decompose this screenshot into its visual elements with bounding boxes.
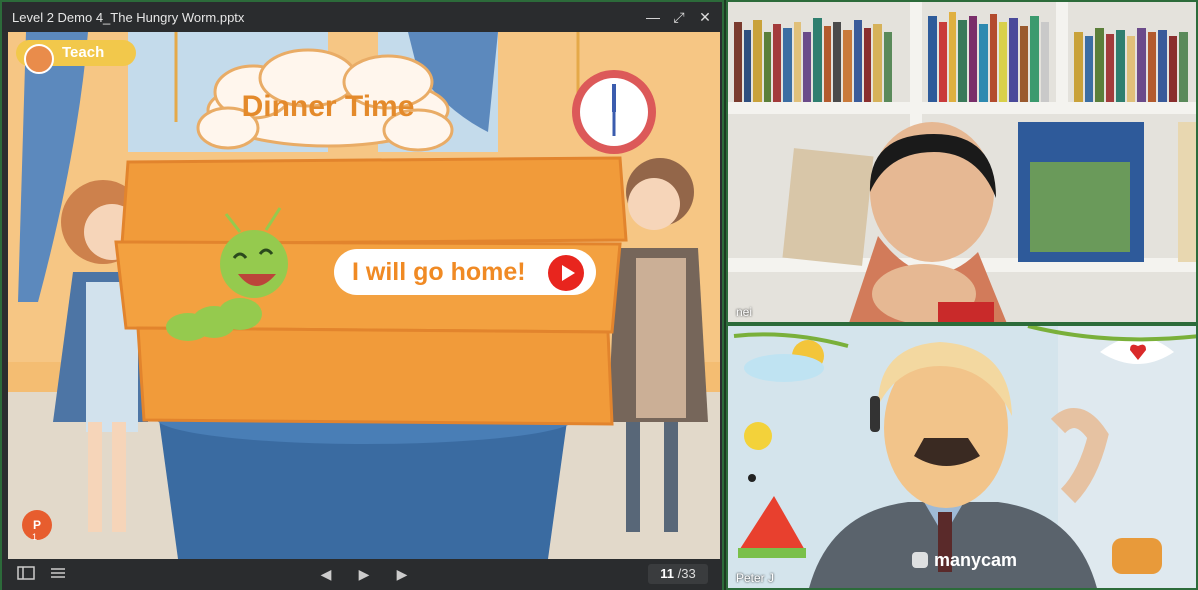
presentation-controls: ◀ ▶ ▶ 11 /33 <box>2 559 722 590</box>
restore-button[interactable]: ⤢ <box>668 6 690 28</box>
slide-title: Dinner Time <box>241 90 415 123</box>
title-bar: Level 2 Demo 4_The Hungry Worm.pptx — ⤢ … <box>2 2 722 32</box>
next-slide-button[interactable]: ▶ <box>392 565 412 583</box>
video-tile-teacher[interactable]: manycam Peter J <box>726 324 1198 590</box>
audio-play-button[interactable] <box>548 255 584 291</box>
window-title: Level 2 Demo 4_The Hungry Worm.pptx <box>12 10 245 25</box>
teacher-avatar-icon <box>24 44 54 74</box>
manycam-watermark: manycam <box>934 550 1018 570</box>
presentation-window: Level 2 Demo 4_The Hungry Worm.pptx — ⤢ … <box>0 0 724 590</box>
participant-name: nei <box>736 305 753 319</box>
teach-label: Teach <box>62 44 105 61</box>
page-indicator: 11 /33 <box>648 564 708 584</box>
slide-canvas: Teach Dinner Time I will go home! P 1 <box>8 32 720 559</box>
video-tile-student[interactable]: nei <box>726 0 1198 324</box>
current-page: 11 <box>660 566 675 581</box>
thumbnail-view-icon[interactable] <box>16 565 36 583</box>
teach-badge: Teach <box>16 40 136 74</box>
slide-title-cloud: Dinner Time <box>198 64 458 150</box>
total-pages: /33 <box>677 566 696 581</box>
previous-slide-button[interactable]: ◀ <box>316 565 336 583</box>
participant-name: Peter J <box>736 571 775 585</box>
ppt-count: 1 <box>32 532 38 542</box>
close-button[interactable]: ✕ <box>694 6 716 28</box>
speech-bubble: I will go home! <box>334 249 596 295</box>
play-slide-button[interactable]: ▶ <box>354 565 374 583</box>
minimize-button[interactable]: — <box>642 6 664 28</box>
play-icon <box>562 265 575 281</box>
speech-text: I will go home! <box>352 258 526 286</box>
student-video-feed <box>728 2 1196 322</box>
menu-icon[interactable] <box>48 565 68 583</box>
